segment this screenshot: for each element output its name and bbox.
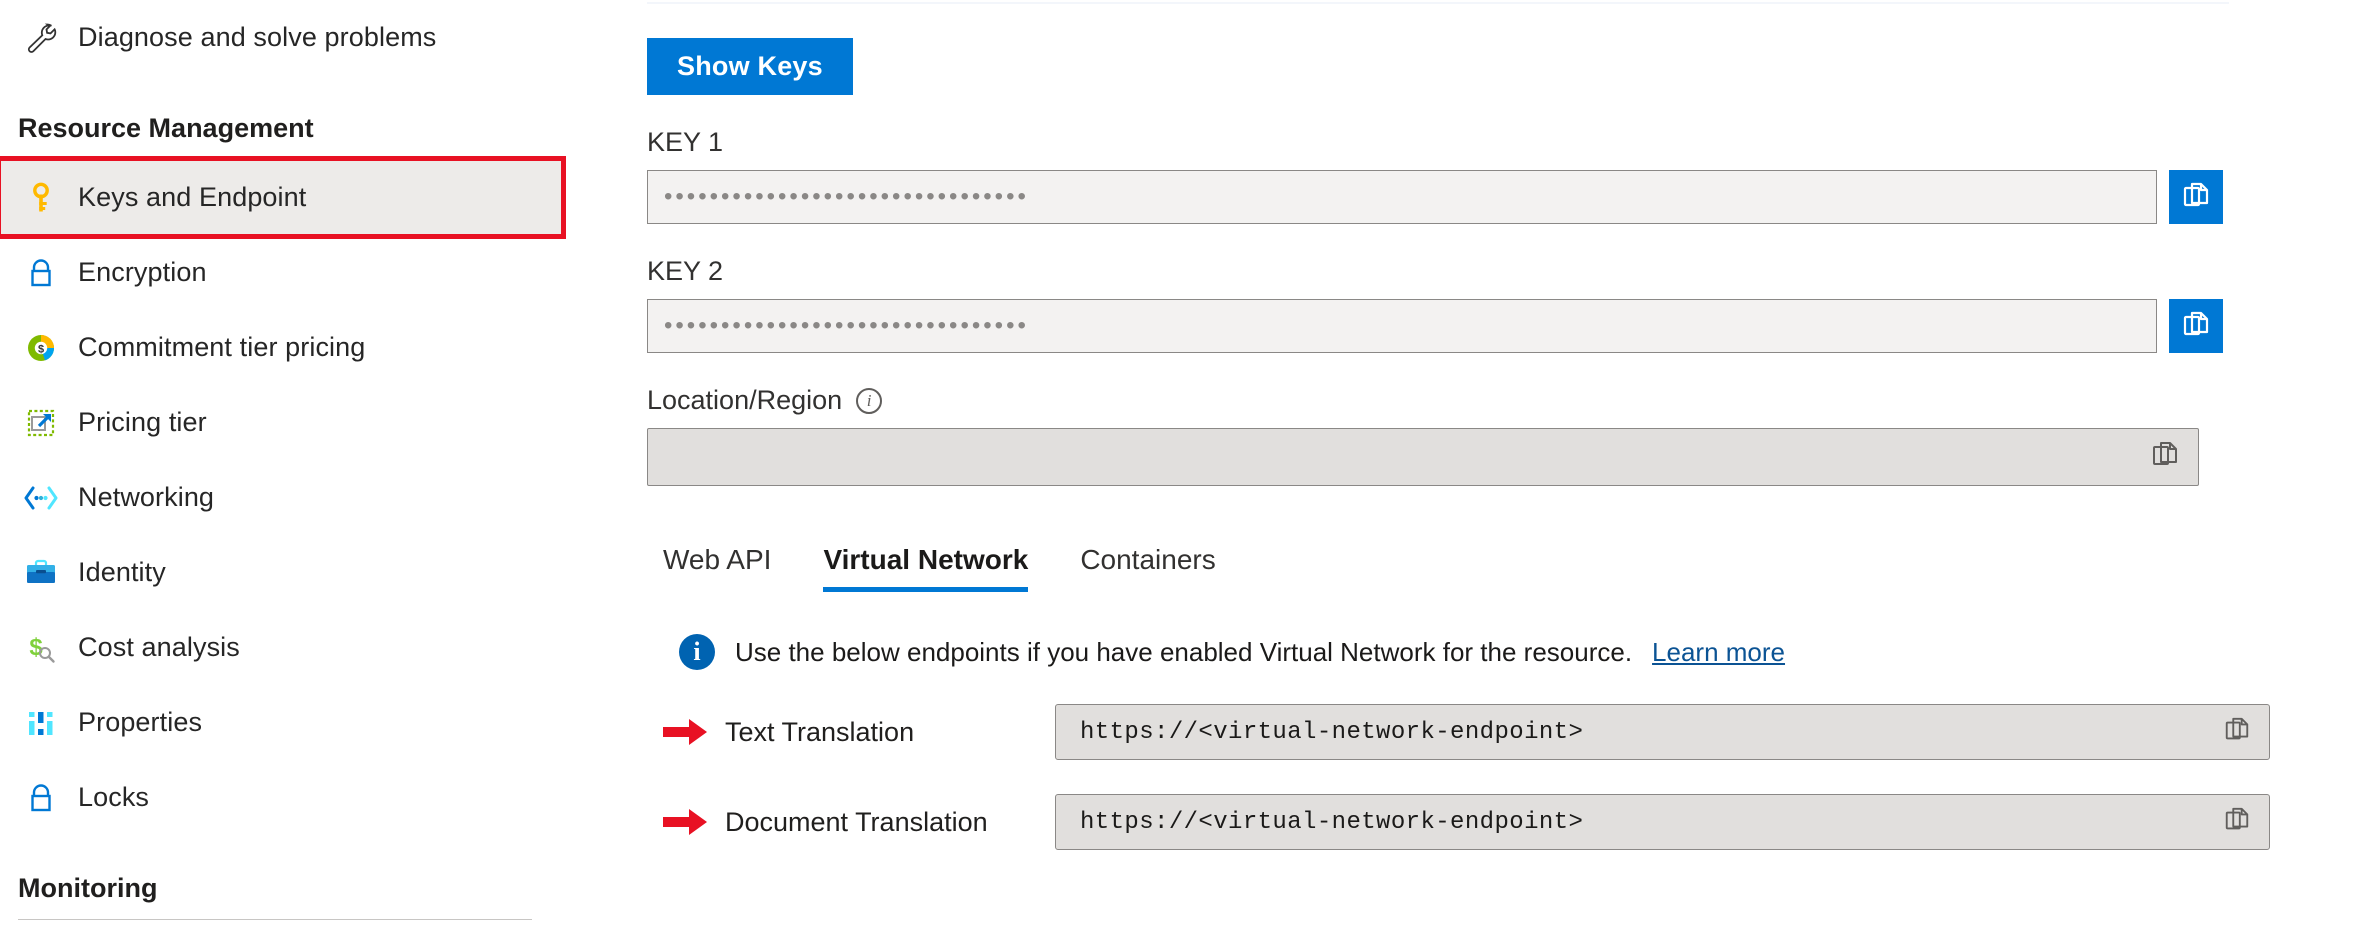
sidebar-item-encryption[interactable]: Encryption	[0, 235, 562, 310]
key-icon	[18, 175, 64, 221]
lock-icon	[18, 250, 64, 296]
panel-top-divider	[647, 2, 2229, 4]
svg-text:$: $	[38, 343, 44, 355]
sidebar-item-locks[interactable]: Locks	[0, 760, 562, 835]
briefcase-icon	[18, 550, 64, 596]
copy-icon	[2181, 181, 2211, 214]
sidebar-item-commitment-tier-pricing[interactable]: $ Commitment tier pricing	[0, 310, 562, 385]
tab-web-api[interactable]: Web API	[663, 544, 771, 592]
key2-copy-button[interactable]	[2169, 299, 2223, 353]
info-icon[interactable]: i	[856, 388, 882, 414]
sidebar-item-label: Diagnose and solve problems	[78, 22, 436, 53]
tab-containers[interactable]: Containers	[1080, 544, 1215, 592]
wrench-icon	[18, 15, 64, 61]
show-keys-button[interactable]: Show Keys	[647, 38, 853, 95]
sidebar-item-pricing-tier[interactable]: Pricing tier	[0, 385, 562, 460]
endpoint-row-text-translation: Text Translation https://<virtual-networ…	[647, 704, 2359, 760]
sidebar-item-label: Networking	[78, 482, 214, 513]
sidebar-item-identity[interactable]: Identity	[0, 535, 562, 610]
key1-label-text: KEY 1	[647, 127, 723, 158]
endpoint-label: Text Translation	[725, 717, 1055, 748]
copy-icon[interactable]	[2150, 440, 2180, 475]
key1-label: KEY 1	[647, 127, 2359, 158]
keys-and-endpoint-panel: Show Keys KEY 1 ••••••••••••••••••••••••…	[562, 0, 2359, 946]
key2-label: KEY 2	[647, 256, 2359, 287]
location-region-input[interactable]	[647, 428, 2199, 486]
endpoint-label: Document Translation	[725, 807, 1055, 838]
sidebar-resource-management-list: Keys and Endpoint Encryption	[0, 160, 562, 835]
sidebar-item-label: Identity	[78, 557, 166, 588]
portal-page: Diagnose and solve problems Resource Man…	[0, 0, 2359, 946]
dollar-magnifier-icon: $	[18, 625, 64, 671]
key2-input[interactable]: ••••••••••••••••••••••••••••••••	[647, 299, 2157, 353]
banner-text: Use the below endpoints if you have enab…	[735, 637, 1632, 668]
sidebar-item-label: Cost analysis	[78, 632, 240, 663]
learn-more-link[interactable]: Learn more	[1652, 637, 1785, 668]
key1-row: ••••••••••••••••••••••••••••••••	[647, 170, 2359, 224]
copy-icon	[2181, 310, 2211, 343]
sidebar-item-label: Locks	[78, 782, 149, 813]
virtual-network-info-banner: i Use the below endpoints if you have en…	[647, 634, 2359, 670]
document-translation-endpoint-input[interactable]: https://<virtual-network-endpoint>	[1055, 794, 2270, 850]
key2-value: ••••••••••••••••••••••••••••••••	[664, 314, 1029, 338]
bars-icon	[18, 700, 64, 746]
lock-icon	[18, 775, 64, 821]
sidebar-item-label: Keys and Endpoint	[78, 182, 306, 213]
red-arrow-icon	[647, 807, 725, 837]
sidebar-item-properties[interactable]: Properties	[0, 685, 562, 760]
sidebar-item-networking[interactable]: Networking	[0, 460, 562, 535]
location-region-label: Location/Region i	[647, 385, 2359, 416]
sidebar-section-monitoring: Monitoring	[0, 857, 562, 919]
location-region-label-text: Location/Region	[647, 385, 842, 416]
key1-value: ••••••••••••••••••••••••••••••••	[664, 185, 1029, 209]
key2-row: ••••••••••••••••••••••••••••••••	[647, 299, 2359, 353]
sidebar-item-diagnose-and-solve-problems[interactable]: Diagnose and solve problems	[0, 0, 562, 75]
sidebar-section-resource-management: Resource Management	[0, 97, 562, 159]
network-icon	[18, 475, 64, 521]
endpoint-row-document-translation: Document Translation https://<virtual-ne…	[647, 794, 2359, 850]
copy-icon[interactable]	[2223, 806, 2251, 839]
endpoint-value: https://<virtual-network-endpoint>	[1080, 719, 1583, 746]
sidebar-divider	[18, 919, 532, 920]
sidebar-item-label: Commitment tier pricing	[78, 332, 365, 363]
key1-input[interactable]: ••••••••••••••••••••••••••••••••	[647, 170, 2157, 224]
text-translation-endpoint-input[interactable]: https://<virtual-network-endpoint>	[1055, 704, 2270, 760]
donut-dollar-icon: $	[18, 325, 64, 371]
tab-virtual-network[interactable]: Virtual Network	[823, 544, 1028, 592]
copy-icon[interactable]	[2223, 716, 2251, 749]
sidebar-item-keys-and-endpoint[interactable]: Keys and Endpoint	[0, 160, 562, 235]
left-navigation-sidebar: Diagnose and solve problems Resource Man…	[0, 0, 562, 946]
upgrade-arrow-icon	[18, 400, 64, 446]
key2-label-text: KEY 2	[647, 256, 723, 287]
red-arrow-icon	[647, 717, 725, 747]
sidebar-item-cost-analysis[interactable]: $ Cost analysis	[0, 610, 562, 685]
sidebar-item-label: Pricing tier	[78, 407, 207, 438]
endpoint-value: https://<virtual-network-endpoint>	[1080, 809, 1583, 836]
key1-copy-button[interactable]	[2169, 170, 2223, 224]
endpoint-tabs: Web API Virtual Network Containers	[647, 544, 2359, 592]
info-filled-icon: i	[679, 634, 715, 670]
sidebar-item-label: Properties	[78, 707, 202, 738]
sidebar-item-label: Encryption	[78, 257, 207, 288]
